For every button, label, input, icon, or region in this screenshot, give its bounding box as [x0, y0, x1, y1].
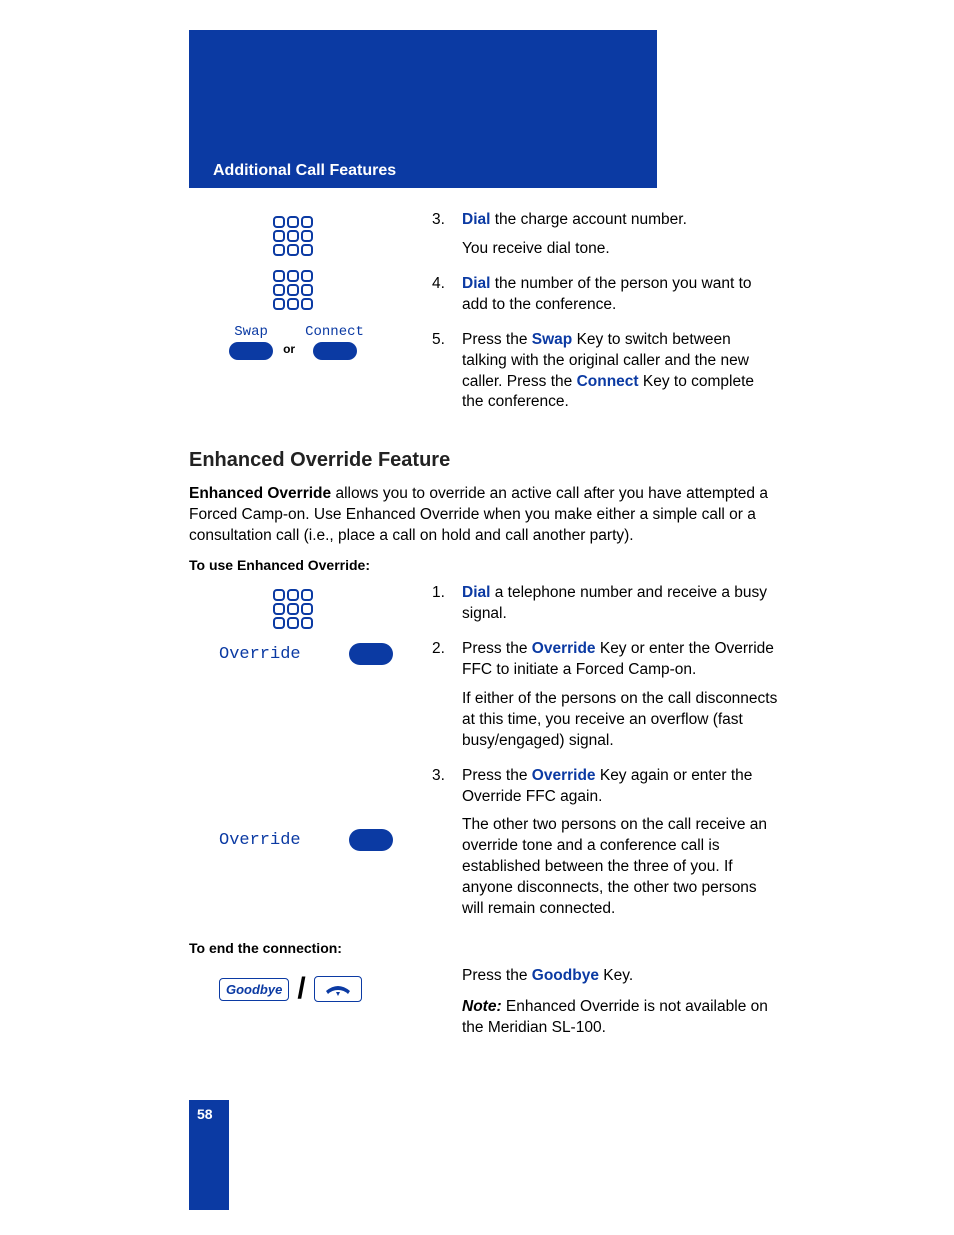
intro-bold: Enhanced Override: [189, 485, 331, 502]
override-step-1: Dial a telephone number and receive a bu…: [432, 583, 779, 625]
override-step-2: Press the Override Key or enter the Over…: [432, 639, 779, 752]
override-step-list: Dial a telephone number and receive a bu…: [432, 583, 779, 920]
keypad-icon: [273, 589, 321, 631]
keyword-dial: Dial: [462, 275, 490, 292]
end-connection-section: Goodbye / Press the Goodbye Key. Note: E…: [189, 966, 779, 1049]
swap-key-label: Swap: [234, 324, 268, 340]
hangup-button-icon: [314, 976, 362, 1002]
slash-separator: /: [295, 972, 307, 1006]
or-text: or: [283, 328, 295, 356]
override-key-row: Override: [219, 829, 404, 851]
note-paragraph: Note: Enhanced Override is not available…: [432, 997, 779, 1039]
sub-heading-end-connection: To end the connection:: [189, 940, 779, 956]
connect-key-label: Connect: [305, 324, 364, 340]
note-label: Note:: [462, 998, 502, 1015]
softkey-pill-icon: [229, 342, 273, 360]
keypad-icon: [273, 216, 321, 258]
page-header: Additional Call Features: [189, 30, 657, 188]
override-key-label: Override: [219, 831, 301, 850]
goodbye-button-icon: Goodbye: [219, 978, 289, 1001]
override-right-column: Dial a telephone number and receive a bu…: [432, 583, 779, 934]
sub-heading-use-override: To use Enhanced Override:: [189, 557, 779, 573]
softkey-row: Swap or Connect: [189, 324, 404, 360]
step-text: the charge account number.: [490, 211, 686, 228]
intro-paragraph: Enhanced Override allows you to override…: [189, 484, 779, 547]
keyword-override: Override: [532, 640, 596, 657]
keyword-dial: Dial: [462, 584, 490, 601]
page-number: 58: [197, 1106, 213, 1122]
goodbye-key-row: Goodbye /: [219, 972, 404, 1006]
step-5: Press the Swap Key to switch between tal…: [432, 330, 779, 414]
softkey-pill-icon: [349, 829, 393, 851]
step-subtext: If either of the persons on the call dis…: [462, 689, 779, 752]
step-text: a telephone number and receive a busy si…: [462, 584, 767, 622]
step-subtext: You receive dial tone.: [462, 239, 779, 260]
note-text: Enhanced Override is not available on th…: [462, 998, 768, 1036]
connect-key: Connect: [305, 324, 364, 360]
page-number-footer: 58: [189, 1100, 229, 1210]
step-text: Press the: [432, 967, 532, 984]
keyword-dial: Dial: [462, 211, 490, 228]
header-title: Additional Call Features: [213, 162, 396, 180]
top-step-list: Dial the charge account number. You rece…: [432, 210, 779, 413]
top-section: Swap or Connect Dial the charge account …: [189, 210, 779, 427]
swap-key: Swap: [229, 324, 273, 360]
step-text: the number of the person you want to add…: [462, 275, 752, 313]
end-right-column: Press the Goodbye Key. Note: Enhanced Ov…: [432, 966, 779, 1049]
step-text: Press the: [462, 767, 532, 784]
top-left-column: Swap or Connect: [189, 210, 404, 427]
goodbye-instruction: Press the Goodbye Key.: [432, 966, 779, 987]
override-step-3: Press the Override Key again or enter th…: [432, 766, 779, 920]
keyword-connect: Connect: [577, 373, 639, 390]
step-3: Dial the charge account number. You rece…: [432, 210, 779, 260]
top-right-column: Dial the charge account number. You rece…: [432, 210, 779, 427]
softkey-pill-icon: [349, 643, 393, 665]
override-left-column: Override Override: [189, 583, 404, 934]
section-heading-enhanced-override: Enhanced Override Feature: [189, 449, 779, 472]
step-4: Dial the number of the person you want t…: [432, 274, 779, 316]
override-key-label: Override: [219, 645, 301, 664]
step-text: Key.: [599, 967, 633, 984]
softkey-pill-icon: [313, 342, 357, 360]
keyword-goodbye: Goodbye: [532, 967, 599, 984]
step-text: Press the: [462, 640, 532, 657]
step-subtext: The other two persons on the call receiv…: [462, 815, 779, 920]
override-section: Override Override Dial a telephone numbe…: [189, 583, 779, 934]
override-key-row: Override: [219, 643, 404, 665]
keyword-swap: Swap: [532, 331, 572, 348]
keyword-override: Override: [532, 767, 596, 784]
page-content: Swap or Connect Dial the charge account …: [189, 210, 779, 1049]
step-text: Press the: [462, 331, 532, 348]
keypad-icon: [273, 270, 321, 312]
end-left-column: Goodbye /: [189, 966, 404, 1049]
